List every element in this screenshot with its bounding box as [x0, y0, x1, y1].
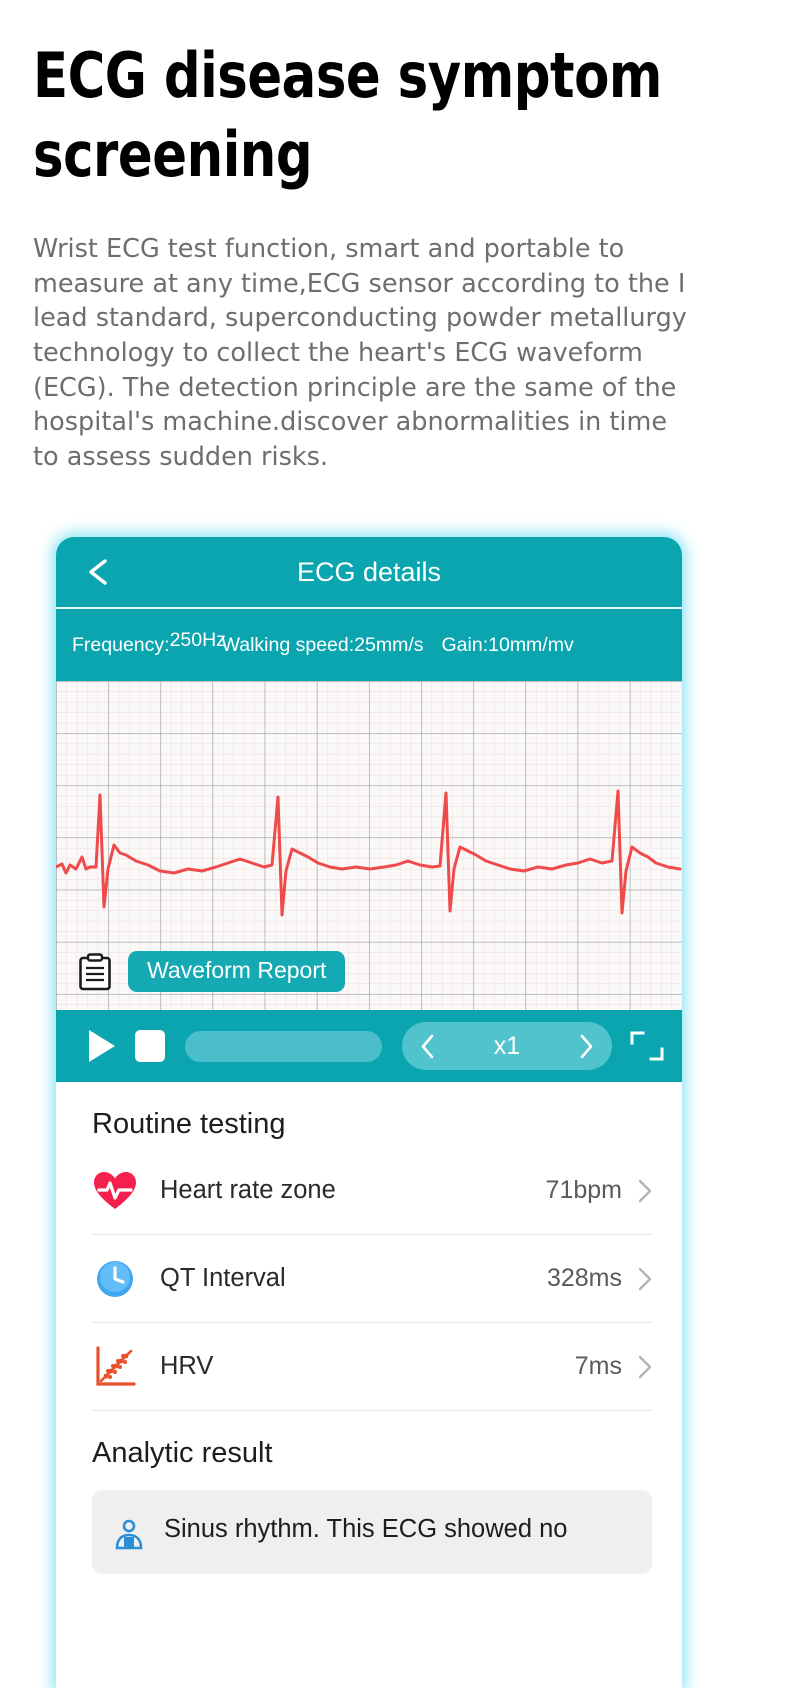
analytic-result-text: Sinus rhythm. This ECG showed no [164, 1515, 568, 1543]
chevron-left-icon[interactable] [420, 1034, 435, 1059]
list-item-value: 7ms [574, 1352, 622, 1380]
playback-progress-slider[interactable] [185, 1030, 382, 1062]
list-item[interactable]: Heart rate zone 71bpm [92, 1147, 652, 1235]
analytic-result-card[interactable]: Sinus rhythm. This ECG showed no [92, 1490, 652, 1574]
routine-testing-title: Routine testing [92, 1108, 286, 1140]
hrv-chart-icon [92, 1344, 138, 1390]
app-header-title: ECG details [296, 556, 442, 587]
stop-icon[interactable] [135, 1030, 165, 1062]
list-item[interactable]: QT Interval 328ms [92, 1235, 652, 1323]
list-item-label: Heart rate zone [160, 1176, 336, 1204]
play-icon[interactable] [86, 1029, 117, 1063]
heart-pulse-icon [92, 1168, 138, 1214]
analytic-result-title: Analytic result [92, 1437, 273, 1469]
clock-icon [92, 1256, 138, 1302]
gain-parameter: Gain:10mm/mv [441, 633, 574, 656]
frequency-parameter: Frequency: 250Hz [72, 628, 226, 657]
list-item[interactable]: HRV 7ms [92, 1323, 652, 1411]
playback-control-bar: x1 [56, 1010, 682, 1082]
doctor-icon [112, 1518, 146, 1552]
chevron-right-icon[interactable] [579, 1034, 594, 1059]
routine-testing-list: Heart rate zone 71bpm QT Interval 328ms [56, 1147, 682, 1411]
list-item-label: QT Interval [160, 1264, 286, 1292]
frequency-label: Frequency: [72, 633, 170, 656]
waveform-report-button[interactable]: Waveform Report [128, 951, 346, 992]
list-item-label: HRV [160, 1352, 214, 1380]
page-description: Wrist ECG test function, smart and porta… [33, 234, 687, 473]
playback-speed-value: x1 [493, 1031, 521, 1060]
app-header: ECG details [56, 537, 682, 609]
phone-mockup: ECG details Frequency: 250Hz Walking spee… [56, 537, 682, 1688]
ecg-parameters-bar: Frequency: 250Hz Walking speed:25mm/s Gai… [56, 609, 682, 681]
list-item-value: 328ms [546, 1264, 622, 1292]
list-item-value: 71bpm [545, 1176, 622, 1204]
playback-speed-stepper[interactable]: x1 [402, 1022, 612, 1070]
details-content: Routine testing Heart rate zone 71bpm QT… [56, 1082, 682, 1574]
back-chevron-icon[interactable] [86, 559, 112, 585]
ecg-waveform-chart[interactable]: Waveform Report [56, 681, 682, 1010]
frequency-value: 250Hz [169, 628, 226, 651]
walking-speed-parameter: Walking speed:25mm/s [221, 633, 424, 656]
clipboard-icon[interactable] [78, 952, 112, 991]
page-title: ECG disease symptom screening [33, 39, 662, 192]
chevron-right-icon[interactable] [638, 1355, 652, 1379]
ecg-polyline [56, 789, 682, 917]
fullscreen-icon[interactable] [630, 1030, 664, 1062]
waveform-report-row[interactable]: Waveform Report [78, 951, 346, 992]
chevron-right-icon[interactable] [638, 1179, 652, 1203]
chevron-right-icon[interactable] [638, 1267, 652, 1291]
